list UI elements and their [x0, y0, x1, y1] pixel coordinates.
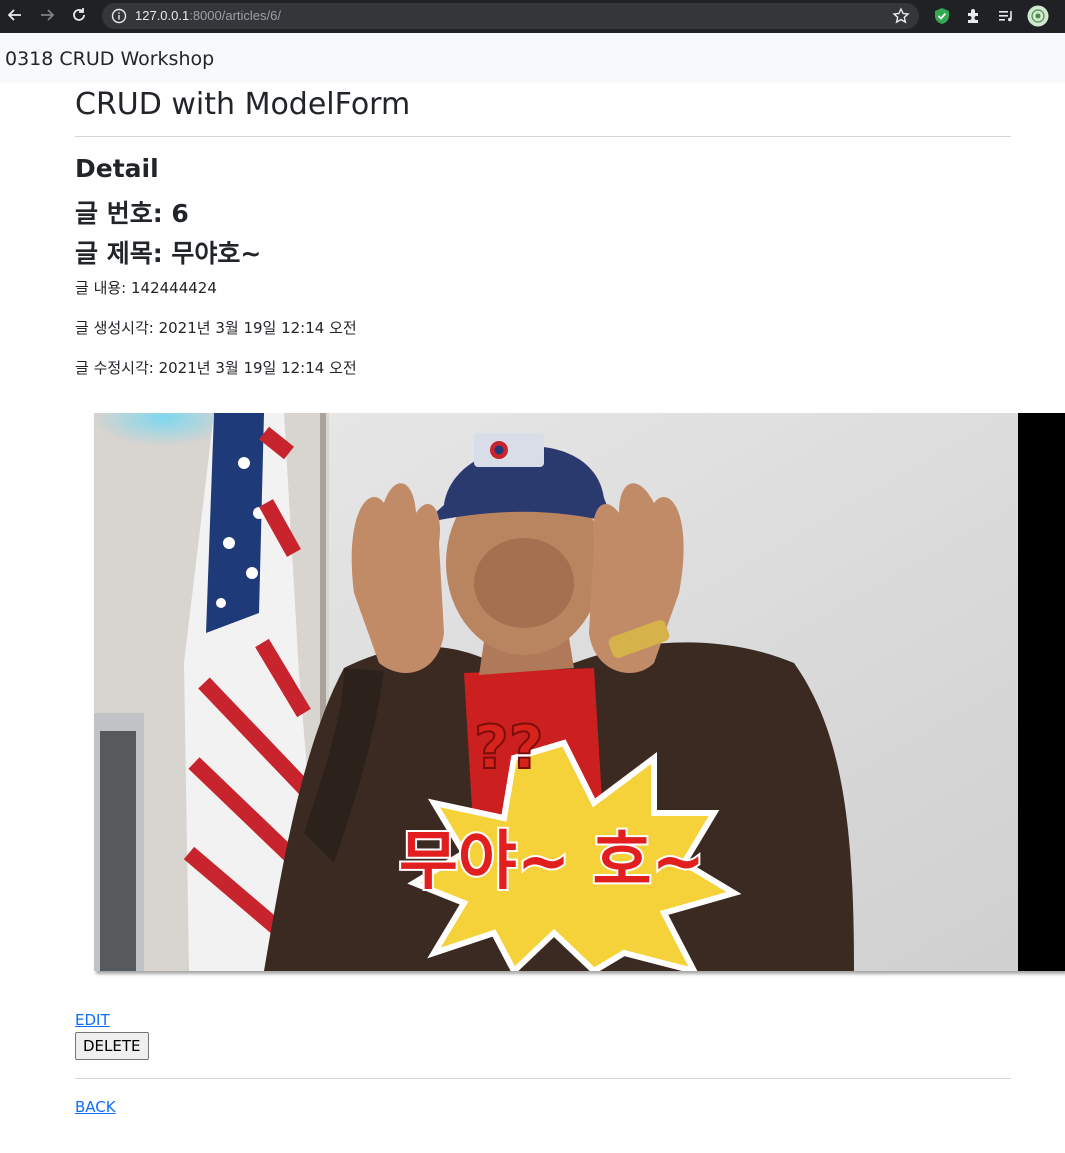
image-caption: 무야~ 호~ [399, 825, 705, 899]
article-created-at: 글 생성시각: 2021년 3월 19일 12:14 오전 [75, 319, 357, 337]
delete-button[interactable]: DELETE [75, 1032, 149, 1060]
image-badge-text: ?? [474, 713, 544, 783]
profile-avatar-icon[interactable] [1027, 5, 1049, 27]
forward-arrow-icon[interactable] [35, 3, 59, 27]
back-arrow-icon[interactable] [3, 3, 27, 27]
reading-list-icon[interactable] [995, 5, 1017, 27]
article-updated-at: 글 수정시각: 2021년 3월 19일 12:14 오전 [75, 359, 357, 377]
info-icon[interactable] [111, 8, 127, 24]
reload-icon[interactable] [67, 3, 91, 27]
section-heading: Detail [75, 154, 159, 183]
shield-extension-icon[interactable] [931, 5, 953, 27]
article-image: ?? 무야~ 호~ [94, 413, 1065, 971]
bookmark-star-icon[interactable] [892, 7, 910, 25]
divider [75, 1078, 1011, 1079]
divider [75, 136, 1011, 137]
page-title: CRUD with ModelForm [75, 87, 411, 122]
back-link[interactable]: BACK [75, 1098, 116, 1116]
browser-toolbar: 127.0.0.1:8000/articles/6/ [0, 0, 1065, 33]
url-text: 127.0.0.1:8000/articles/6/ [135, 8, 281, 23]
navbar-brand[interactable]: 0318 CRUD Workshop [5, 48, 214, 70]
article-image-drawing: ?? 무야~ 호~ [94, 413, 1065, 971]
navbar: 0318 CRUD Workshop [0, 33, 1065, 83]
url-path: :8000/articles/6/ [189, 8, 281, 23]
edit-link[interactable]: EDIT [75, 1011, 110, 1029]
article-content: 글 내용: 142444424 [75, 279, 217, 297]
url-host: 127.0.0.1 [135, 8, 190, 23]
address-bar[interactable]: 127.0.0.1:8000/articles/6/ [102, 3, 919, 29]
article-title: 글 제목: 무야호~ [75, 239, 262, 268]
article-number: 글 번호: 6 [75, 199, 189, 228]
puzzle-extensions-icon[interactable] [963, 5, 985, 27]
